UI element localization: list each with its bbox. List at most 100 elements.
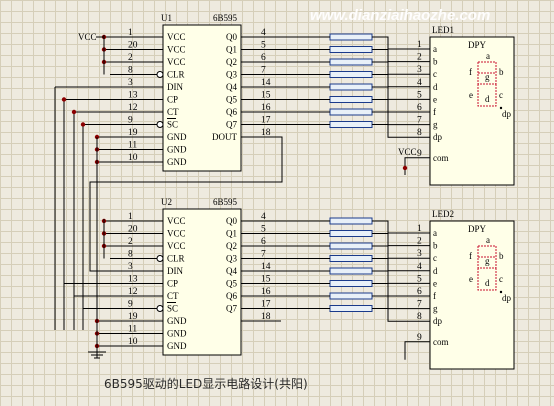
- pin-number: 8: [128, 66, 133, 76]
- segment-label: e: [469, 90, 473, 100]
- pin-number: 19: [128, 312, 138, 322]
- pin-name: g: [433, 304, 438, 314]
- pin-number: 8: [128, 250, 133, 260]
- pin-number: 7: [261, 250, 266, 260]
- com-wire: [404, 341, 408, 360]
- segment-label: dp: [502, 109, 512, 119]
- wire: [372, 61, 408, 75]
- wire: [372, 99, 408, 113]
- pin-name: Q5: [226, 95, 237, 105]
- chip-part: 6B595: [213, 13, 238, 23]
- pin-number: 9: [128, 116, 133, 126]
- wire: [372, 49, 408, 63]
- pin-name: Q7: [226, 120, 237, 130]
- pin-name: b: [433, 57, 438, 67]
- wire: [372, 258, 408, 272]
- pin-name: DOUT: [212, 132, 237, 142]
- pin-name: VCC: [167, 216, 186, 226]
- wire: [372, 36, 408, 50]
- pin-name: CLR: [167, 254, 185, 264]
- pin-number: 5: [261, 41, 266, 51]
- pin-name: g: [433, 120, 438, 130]
- pin-number: 3: [128, 78, 133, 88]
- inversion-bubble: [156, 121, 164, 128]
- pin-name: dp: [433, 316, 443, 326]
- pin-name: Q7: [226, 304, 237, 314]
- resistor: [329, 255, 373, 262]
- pin-number: 9: [128, 300, 133, 310]
- wire: [372, 295, 408, 310]
- segment-label: b: [499, 67, 504, 77]
- segment-label: d: [485, 278, 490, 288]
- pin-number: 1: [128, 28, 133, 38]
- pin-number: 15: [261, 91, 271, 101]
- resistor: [329, 292, 373, 300]
- pin-number: 19: [128, 128, 138, 138]
- caption: 6B595驱动的LED显示电路设计(共阳): [104, 376, 308, 391]
- wire: [372, 283, 408, 297]
- inversion-bubble: [156, 305, 164, 312]
- pin-number: 7: [261, 66, 266, 76]
- resistor: [329, 58, 373, 66]
- led-ref: LED1: [432, 25, 454, 35]
- led-ref: LED2: [432, 209, 454, 219]
- pin-number: 6: [261, 237, 266, 247]
- pin-number: 13: [128, 275, 138, 285]
- segment-label: c: [499, 90, 503, 100]
- pin-number: 11: [128, 141, 137, 151]
- pin-name: DIN: [167, 266, 183, 276]
- pin-number: 11: [128, 325, 137, 335]
- pin-name: GND: [167, 316, 187, 326]
- segment-label: dp: [502, 293, 512, 303]
- pin-name: a: [433, 228, 437, 238]
- pin-number: 15: [261, 275, 271, 285]
- vcc-label: VCC: [78, 32, 97, 42]
- pin-number: 10: [128, 337, 138, 347]
- vcc-label: VCC: [398, 147, 417, 157]
- segment-label: c: [499, 274, 503, 284]
- pin-name: Q6: [226, 107, 237, 117]
- junction-dot: [402, 165, 408, 171]
- segment-label: g: [485, 72, 490, 82]
- pin-number: 16: [261, 103, 271, 113]
- pin-name: com: [433, 153, 449, 163]
- pin-name: SC: [167, 120, 178, 130]
- pin-name: Q6: [226, 291, 237, 301]
- wire: [372, 74, 408, 88]
- pin-number: 4: [261, 28, 266, 38]
- pin-name: Q4: [226, 266, 237, 276]
- pin-number: 17: [261, 300, 271, 310]
- pin-number: 20: [128, 225, 138, 235]
- pin-name: c: [433, 253, 437, 263]
- resistor: [329, 280, 373, 287]
- pin-number: 14: [261, 78, 271, 88]
- pin-name: VCC: [167, 57, 186, 67]
- pin-number: 2: [128, 53, 133, 63]
- pin-name: Q4: [226, 82, 237, 92]
- wire: [372, 86, 408, 100]
- wire: [372, 270, 408, 284]
- pin-name: VCC: [167, 229, 186, 239]
- pin-name: VCC: [167, 32, 186, 42]
- pin-name: CP: [167, 95, 178, 105]
- pin-number: 13: [128, 91, 138, 101]
- wire: [372, 111, 408, 126]
- pin-number: 16: [261, 287, 271, 297]
- pin-name: f: [433, 291, 436, 301]
- segment-label: g: [485, 256, 490, 266]
- resistor: [329, 83, 373, 91]
- resistor: [329, 242, 373, 250]
- resistor: [329, 121, 373, 128]
- segment-label: f: [469, 67, 472, 77]
- schematic-canvas: www.dianziaihaozhe.com 6B595驱动的LED显示电路设计…: [0, 0, 554, 406]
- wire: [372, 245, 408, 259]
- segment-label: a: [486, 235, 490, 245]
- pin-number: 18: [261, 312, 271, 322]
- pin-number: 5: [261, 225, 266, 235]
- resistor: [329, 217, 373, 225]
- chip-part: 6B595: [213, 197, 238, 207]
- chip-ref: U2: [161, 197, 172, 207]
- pin-name: d: [433, 82, 438, 92]
- pin-name: GND: [167, 341, 187, 351]
- resistor: [329, 46, 373, 53]
